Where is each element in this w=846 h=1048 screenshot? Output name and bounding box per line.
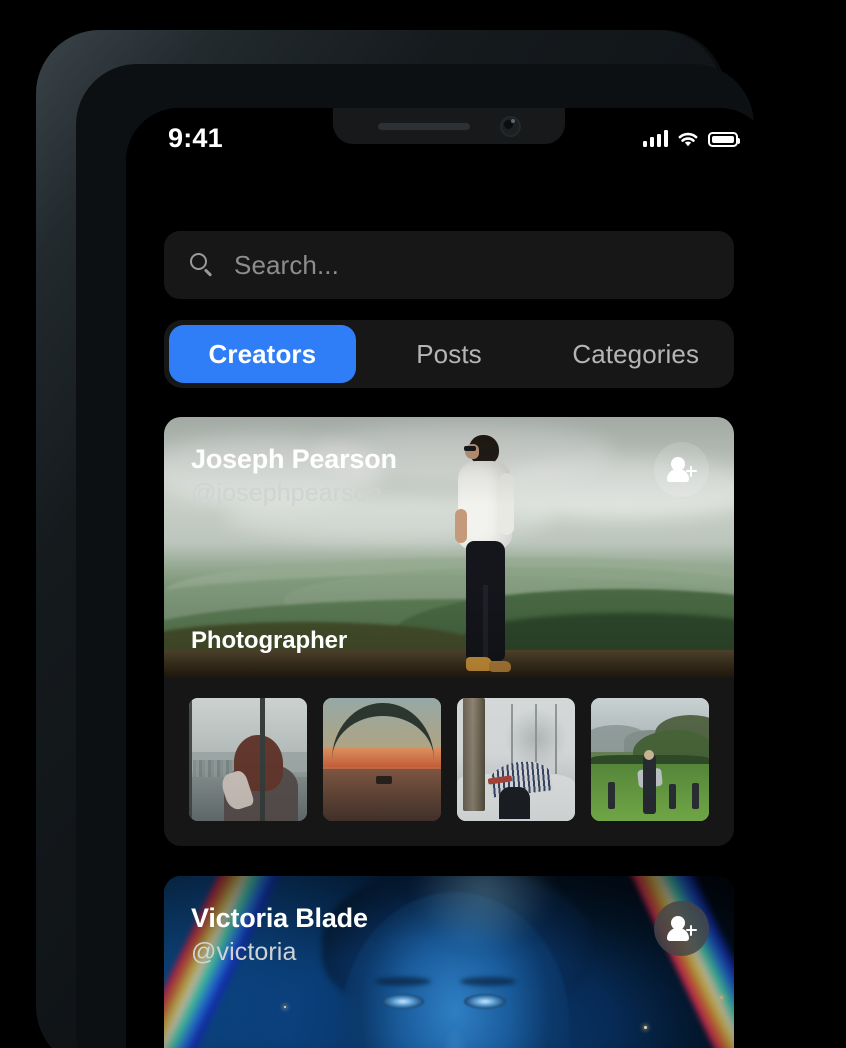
tab-posts[interactable]: Posts — [356, 325, 543, 383]
creator-name: Joseph Pearson — [191, 444, 397, 474]
creator-hero-image: Victoria Blade @victoria 3D Artist — [164, 876, 734, 1048]
follow-button[interactable] — [654, 442, 709, 497]
follow-button[interactable] — [654, 901, 709, 956]
search-input[interactable]: Search... — [164, 231, 734, 299]
creator-card-list: Joseph Pearson @josephpearson Photograph… — [164, 417, 734, 1048]
search-icon — [190, 253, 214, 277]
thumbnail-item[interactable] — [457, 698, 575, 821]
front-camera-icon — [499, 115, 521, 137]
creator-name: Victoria Blade — [191, 903, 368, 933]
tab-creators[interactable]: Creators — [169, 325, 356, 383]
tab-creators-label: Creators — [208, 338, 317, 369]
battery-full-icon — [708, 131, 740, 147]
earpiece-speaker-icon — [377, 122, 470, 130]
phone-frame: 9:41 Search... Creators Posts Categories… — [36, 30, 772, 1048]
thumbnail-item[interactable] — [323, 698, 441, 821]
status-bar-icons — [642, 129, 740, 147]
cellular-signal-icon — [642, 129, 668, 147]
screenshot-stage: 9:41 Search... Creators Posts Categories… — [0, 0, 846, 1048]
creator-thumbnail-strip — [164, 678, 734, 846]
phone-bezel: 9:41 Search... Creators Posts Categories… — [76, 64, 772, 1048]
status-bar-clock: 9:41 — [168, 122, 223, 153]
tab-posts-label: Posts — [416, 338, 482, 369]
creator-identity: Joseph Pearson @josephpearson — [191, 444, 397, 510]
creator-role: Photographer — [191, 627, 348, 654]
creator-handle: @josephpearson — [191, 479, 382, 508]
person-add-icon — [666, 915, 697, 942]
tab-categories[interactable]: Categories — [542, 325, 729, 383]
creator-hero-image: Joseph Pearson @josephpearson Photograph… — [164, 417, 734, 678]
creator-card[interactable]: Joseph Pearson @josephpearson Photograph… — [164, 417, 734, 846]
tab-categories-label: Categories — [572, 338, 700, 369]
phone-screen: 9:41 Search... Creators Posts Categories… — [126, 108, 772, 1048]
app-content: Search... Creators Posts Categories Jose… — [126, 108, 772, 1048]
search-placeholder: Search... — [234, 249, 339, 280]
tab-bar: Creators Posts Categories — [164, 320, 734, 388]
thumbnail-item[interactable] — [591, 698, 709, 821]
person-add-icon — [666, 456, 697, 483]
creator-card[interactable]: Victoria Blade @victoria 3D Artist — [164, 876, 734, 1048]
creator-identity: Victoria Blade @victoria — [191, 903, 368, 969]
wifi-icon — [677, 130, 699, 147]
creator-handle: @victoria — [191, 938, 297, 967]
thumbnail-item[interactable] — [189, 698, 307, 821]
phone-notch — [333, 108, 565, 144]
